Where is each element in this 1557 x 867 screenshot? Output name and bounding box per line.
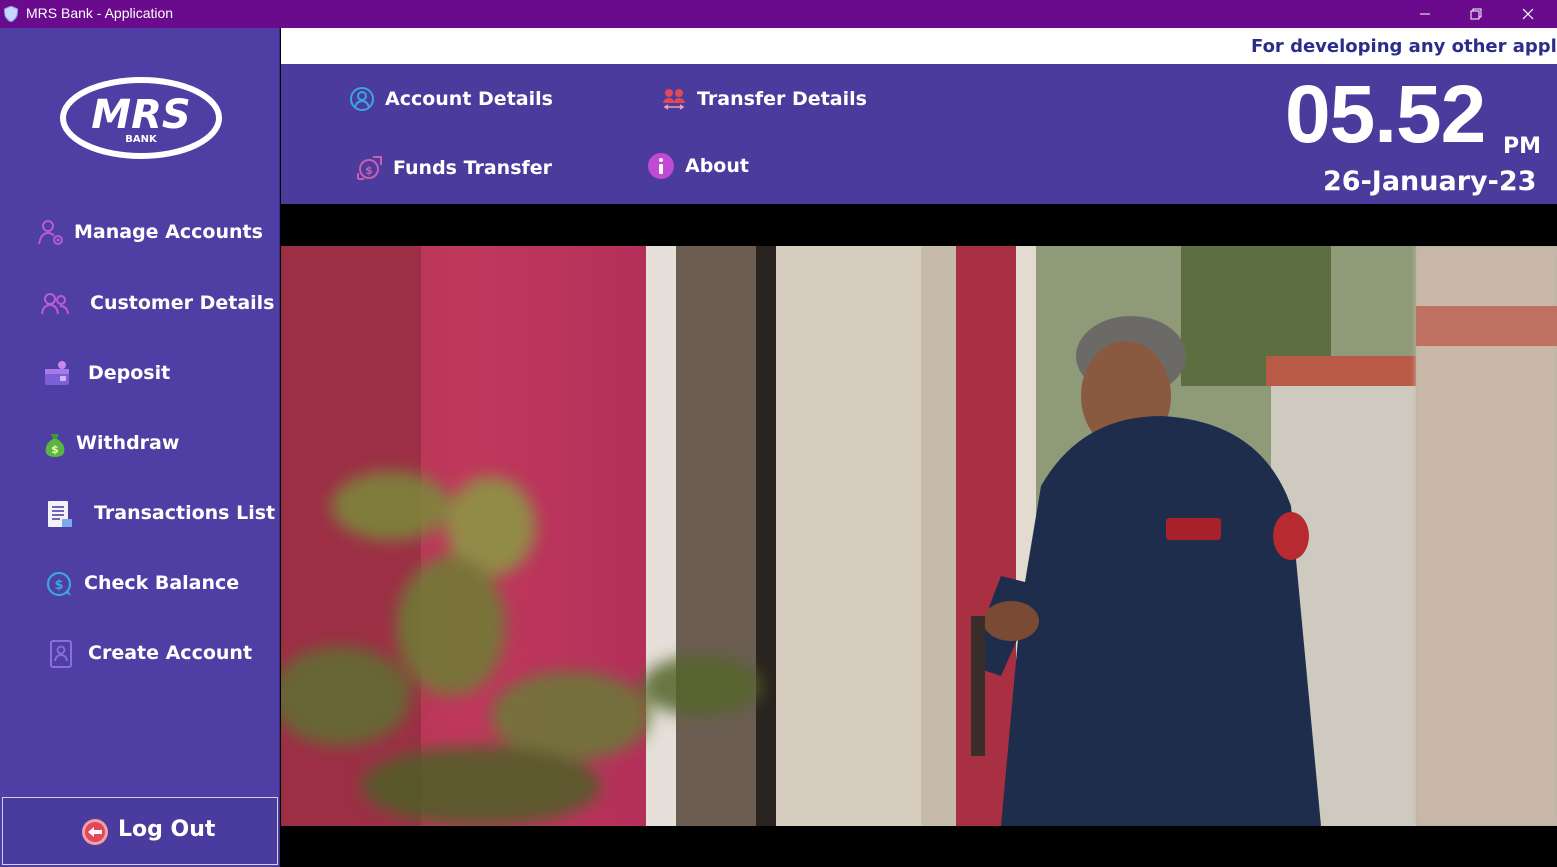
window-title: MRS Bank - Application (26, 5, 174, 21)
nav-label: Transfer Details (697, 88, 867, 110)
video-letterbox-bottom (281, 826, 1557, 867)
balance-icon: $ (46, 571, 72, 597)
clock-date: 26-January-23 (1323, 166, 1537, 197)
nav-funds-transfer[interactable]: $ Funds Transfer (355, 154, 552, 182)
nav-transfer-details[interactable]: Transfer Details (661, 86, 867, 112)
svg-text:BANK: BANK (125, 134, 158, 145)
minimize-button[interactable] (1399, 0, 1451, 28)
sidebar-item-label: Deposit (88, 362, 171, 384)
logout-button[interactable]: Log Out (2, 797, 278, 865)
logout-icon (82, 819, 108, 845)
sidebar-item-label: Check Balance (84, 572, 240, 594)
nav-label: About (685, 155, 749, 177)
nav-account-details[interactable]: Account Details (349, 86, 553, 112)
money-bag-icon: $ (45, 434, 65, 457)
sidebar-item-label: Customer Details (90, 292, 275, 314)
deposit-icon (45, 361, 69, 385)
customers-icon (41, 293, 69, 315)
clock-time: 05.52 (1285, 69, 1486, 160)
video-letterbox-top (281, 204, 1557, 246)
svg-text:$: $ (54, 578, 63, 593)
sidebar-item-customer-details[interactable]: Customer Details (0, 280, 280, 328)
minimize-icon (1420, 13, 1430, 15)
nav-about[interactable]: About (647, 152, 749, 180)
mrs-bank-logo: MRS BANK (60, 77, 222, 159)
manage-accounts-icon (38, 220, 63, 245)
svg-text:$: $ (365, 164, 373, 177)
sidebar-item-label: Withdraw (76, 432, 180, 454)
title-bar: MRS Bank - Application (0, 0, 1557, 28)
marquee-ticker: For developing any other applicatio (281, 28, 1557, 64)
logout-label: Log Out (118, 817, 216, 842)
sidebar: MRS BANK Manage Accounts Customer Detail… (0, 28, 280, 867)
video-player[interactable] (281, 246, 1557, 826)
clock-ampm: PM (1503, 134, 1542, 159)
restore-icon (1470, 8, 1482, 20)
video-frame-image (281, 246, 1557, 826)
close-button[interactable] (1502, 0, 1554, 28)
restore-button[interactable] (1450, 0, 1502, 28)
sidebar-item-label: Manage Accounts (74, 221, 263, 243)
info-icon (648, 153, 674, 179)
sidebar-item-deposit[interactable]: Deposit (0, 350, 280, 398)
svg-text:$: $ (51, 443, 59, 456)
sidebar-item-withdraw[interactable]: $ Withdraw (0, 420, 280, 468)
sidebar-item-label: Create Account (88, 642, 253, 664)
ticker-text: For developing any other applicatio (1251, 36, 1557, 57)
funds-transfer-icon: $ (357, 156, 382, 180)
close-icon (1522, 8, 1534, 20)
transactions-list-icon (48, 501, 72, 527)
nav-label: Account Details (385, 88, 553, 110)
sidebar-item-transactions-list[interactable]: Transactions List (0, 490, 280, 538)
app-shield-icon (4, 6, 18, 22)
create-account-icon (50, 640, 72, 668)
sidebar-item-label: Transactions List (94, 502, 276, 524)
account-details-icon (350, 87, 374, 111)
sidebar-item-check-balance[interactable]: $ Check Balance (0, 560, 280, 608)
transfer-details-icon (663, 89, 685, 110)
nav-label: Funds Transfer (393, 157, 553, 179)
top-header: Account Details Transfer Details $ Funds… (281, 64, 1557, 204)
svg-text:MRS: MRS (91, 92, 190, 138)
sidebar-item-create-account[interactable]: Create Account (0, 630, 280, 678)
sidebar-item-manage-accounts[interactable]: Manage Accounts (0, 209, 280, 257)
